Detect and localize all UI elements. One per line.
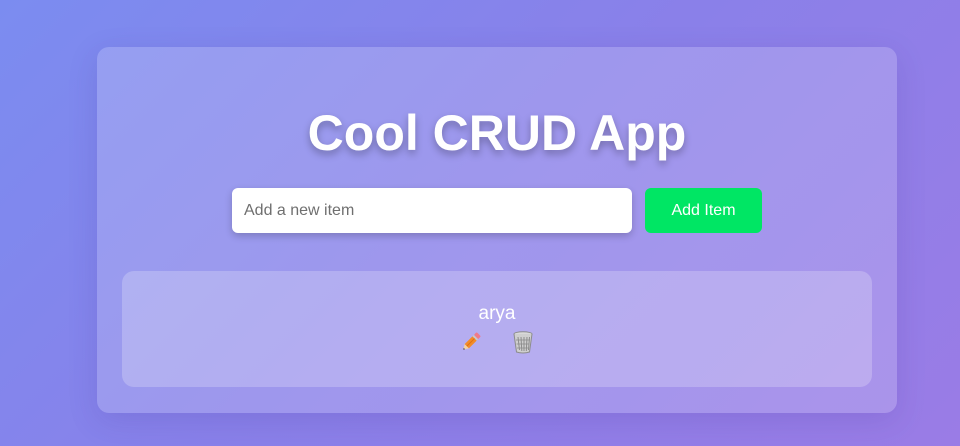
add-item-button[interactable]: Add Item: [645, 188, 762, 233]
item-actions: [122, 329, 872, 355]
new-item-input[interactable]: [232, 188, 632, 233]
item-label: arya: [478, 303, 516, 324]
item-list: arya: [122, 271, 872, 387]
wastebasket-icon: [510, 329, 536, 355]
page-title: Cool CRUD App: [307, 105, 687, 161]
pencil-icon: [458, 329, 484, 355]
edit-button[interactable]: [458, 329, 484, 355]
delete-button[interactable]: [510, 329, 536, 355]
app-card: Cool CRUD App Add Item arya: [97, 47, 897, 413]
